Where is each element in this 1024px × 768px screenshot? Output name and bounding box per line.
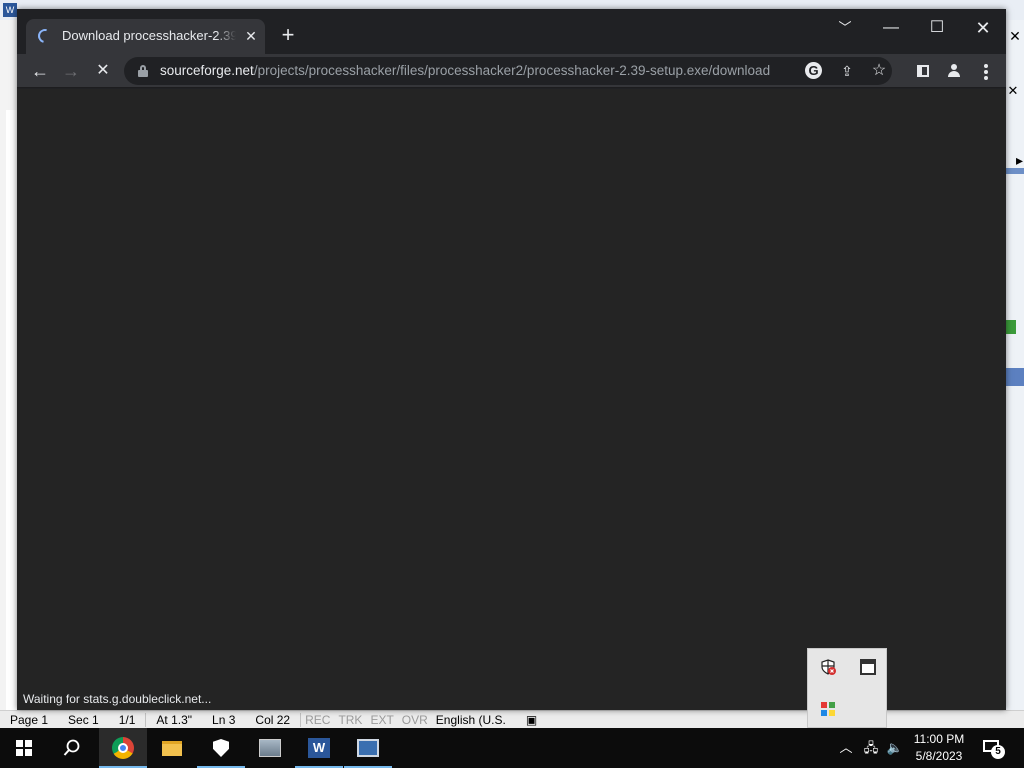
arrow-right-icon[interactable]: → xyxy=(58,58,84,84)
chevron-up-icon[interactable]: ︿ xyxy=(836,728,856,768)
status-bubble: Waiting for stats.g.doubleclick.net... xyxy=(17,689,218,710)
spelling-check-icon[interactable]: ▣ xyxy=(516,713,547,727)
shield-icon[interactable] xyxy=(197,728,245,768)
url-path: /projects/processhacker/files/processhac… xyxy=(253,63,771,78)
minimize-button[interactable]: — xyxy=(868,13,914,43)
chevron-down-icon[interactable]: ﹀ xyxy=(822,13,868,43)
tray-overflow-popup xyxy=(807,648,887,728)
status-ext[interactable]: EXT xyxy=(366,713,397,727)
lock-icon[interactable] xyxy=(138,65,148,77)
status-line: Ln 3 xyxy=(212,712,236,727)
mouse-pointer-icon: ▸ xyxy=(1016,152,1024,168)
google-icon[interactable]: G xyxy=(805,62,822,79)
system-clock[interactable]: 11:00 PM 5/8/2023 xyxy=(908,731,970,765)
tab-title-fade xyxy=(216,25,236,47)
windows-start-icon[interactable] xyxy=(0,728,48,768)
profile-icon[interactable] xyxy=(941,58,967,84)
notification-icon[interactable]: 5 xyxy=(980,736,1005,760)
share-icon[interactable]: ⇪ xyxy=(837,61,857,81)
clock-time: 11:00 PM xyxy=(913,732,965,746)
word-side-marker xyxy=(1006,320,1016,334)
search-icon[interactable] xyxy=(48,728,96,768)
kebab-menu-icon[interactable] xyxy=(973,58,999,84)
security-shield-icon[interactable] xyxy=(820,659,836,675)
window-icon[interactable] xyxy=(860,659,876,675)
arrow-left-icon[interactable]: ← xyxy=(27,58,53,84)
status-page: Page 1 xyxy=(10,712,49,727)
status-rec[interactable]: REC xyxy=(301,713,334,727)
status-pages: 1/1 xyxy=(118,712,136,727)
status-column: Col 22 xyxy=(255,712,291,727)
taskbar: W ︿ 🖧 🔈 11:00 PM 5/8/2023 5 xyxy=(0,728,1024,768)
volume-icon[interactable]: 🔈 xyxy=(884,728,906,768)
maximize-button[interactable]: ☐ xyxy=(914,13,960,43)
status-ovr[interactable]: OVR xyxy=(398,713,432,727)
color-grid-icon[interactable] xyxy=(820,701,836,717)
word-taskbar-icon[interactable]: W xyxy=(295,728,343,768)
clock-date: 5/8/2023 xyxy=(915,749,963,763)
folder-icon[interactable] xyxy=(148,728,196,768)
word-right-edge xyxy=(1006,20,1024,710)
close-icon[interactable]: ✕ xyxy=(242,27,260,45)
address-bar[interactable]: sourceforge.net/projects/processhacker/f… xyxy=(124,57,892,85)
status-section: Sec 1 xyxy=(68,712,99,727)
close-window-button[interactable]: ✕ xyxy=(960,13,1006,43)
close-icon[interactable]: ✕ xyxy=(1004,84,1022,98)
app-window-icon[interactable] xyxy=(246,728,294,768)
status-language[interactable]: English (U.S. xyxy=(432,713,516,727)
stop-icon[interactable]: ✕ xyxy=(90,58,116,84)
url-host: sourceforge.net xyxy=(160,63,254,78)
chrome-window: Download processhacker-2.39-setup.exe ✕ … xyxy=(17,9,1006,710)
spinner-icon xyxy=(35,26,55,46)
network-icon[interactable]: 🖧 xyxy=(860,728,882,768)
tab-download[interactable]: Download processhacker-2.39-setup.exe ✕ xyxy=(26,19,265,54)
star-icon[interactable]: ☆ xyxy=(869,61,889,81)
status-at: At 1.3" xyxy=(156,712,193,727)
plus-icon[interactable]: + xyxy=(277,24,299,47)
page-content[interactable] xyxy=(17,89,1006,710)
status-trk[interactable]: TRK xyxy=(334,713,366,727)
close-icon[interactable]: ✕ xyxy=(1006,28,1024,44)
remote-desktop-icon[interactable] xyxy=(344,728,392,768)
word-document-icon: W xyxy=(3,3,17,17)
chrome-taskbar-icon[interactable] xyxy=(99,728,147,768)
word-side-marker xyxy=(1006,368,1024,386)
tab-title: Download processhacker-2.39-setup.exe xyxy=(62,28,236,43)
browser-toolbar: ← → ✕ sourceforge.net/projects/processha… xyxy=(17,54,1006,88)
side-panel-icon[interactable] xyxy=(910,58,936,84)
tab-strip: Download processhacker-2.39-setup.exe ✕ … xyxy=(17,9,1006,54)
url-text[interactable]: sourceforge.net/projects/processhacker/f… xyxy=(160,63,770,78)
notification-count-badge: 5 xyxy=(991,745,1005,759)
